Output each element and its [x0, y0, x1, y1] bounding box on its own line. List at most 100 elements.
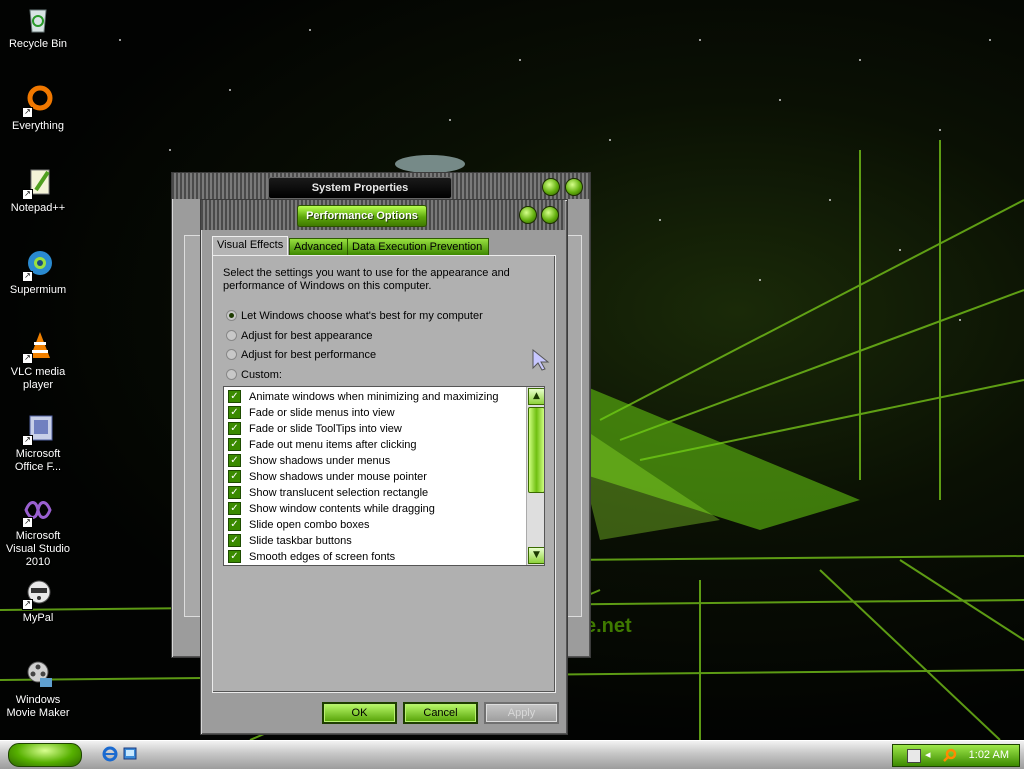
- recycle-bin-icon: [22, 2, 54, 34]
- help-button[interactable]: [542, 178, 560, 196]
- radio-label: Adjust for best appearance: [241, 330, 373, 342]
- list-item[interactable]: ✓ Fade out menu items after clicking: [228, 437, 417, 453]
- system-properties-title: System Properties: [268, 177, 452, 199]
- list-item[interactable]: ✓ Show translucent selection rectangle: [228, 485, 428, 501]
- radio-button[interactable]: [226, 309, 237, 321]
- desktop-icon-label: Notepad++: [10, 202, 66, 214]
- start-button[interactable]: [8, 743, 82, 767]
- close-button[interactable]: [565, 178, 583, 196]
- list-item-label: Slide taskbar buttons: [249, 535, 352, 547]
- list-scrollbar[interactable]: ▲ ▼: [526, 387, 544, 565]
- performance-options-title: Performance Options: [297, 205, 427, 227]
- checkbox[interactable]: ✓: [228, 421, 241, 435]
- checkbox[interactable]: ✓: [228, 501, 241, 515]
- checkbox[interactable]: ✓: [228, 485, 241, 499]
- system-tray: ◂ 1:02 AM: [892, 744, 1020, 767]
- list-item-label: Fade out menu items after clicking: [249, 439, 417, 451]
- desktop-icon-label: Windows Movie Maker: [6, 694, 70, 719]
- radio-label: Adjust for best performance: [241, 349, 377, 361]
- list-item[interactable]: ✓ Show shadows under mouse pointer: [228, 469, 427, 485]
- checkbox[interactable]: ✓: [228, 517, 241, 531]
- search-icon[interactable]: [943, 748, 957, 762]
- list-item[interactable]: ✓ Smooth edges of screen fonts: [228, 549, 395, 565]
- shortcut-arrow-icon: ↗: [22, 353, 33, 364]
- list-item-label: Fade or slide ToolTips into view: [249, 423, 402, 435]
- ok-button[interactable]: OK: [322, 702, 397, 724]
- everything-icon: ↗: [22, 84, 54, 118]
- desktop-icon-label: Microsoft Visual Studio 2010: [5, 530, 70, 568]
- desktop-icon-windows-movie-maker[interactable]: Windows Movie Maker: [0, 658, 76, 720]
- checkbox[interactable]: ✓: [228, 533, 241, 547]
- cancel-button[interactable]: Cancel: [403, 702, 478, 724]
- shortcut-arrow-icon: ↗: [22, 517, 33, 528]
- office-document-icon: ↗: [22, 412, 54, 446]
- list-item-label: Animate windows when minimizing and maxi…: [249, 391, 499, 403]
- list-item[interactable]: ✓ Fade or slide menus into view: [228, 405, 395, 421]
- radio-let-windows-choose[interactable]: Let Windows choose what's best for my co…: [226, 308, 483, 324]
- show-desktop-icon[interactable]: [122, 746, 138, 762]
- checkbox[interactable]: ✓: [228, 437, 241, 451]
- checkbox[interactable]: ✓: [228, 405, 241, 419]
- visual-effects-list[interactable]: ✓ Animate windows when minimizing and max…: [223, 386, 545, 566]
- tab-visual-effects[interactable]: Visual Effects: [212, 236, 289, 255]
- list-item-label: Show shadows under mouse pointer: [249, 471, 427, 483]
- tab-data-execution-prevention[interactable]: Data Execution Prevention: [347, 238, 489, 256]
- shortcut-arrow-icon: ↗: [22, 189, 33, 200]
- desktop-icon-everything[interactable]: ↗ Everything: [0, 84, 76, 133]
- notepad-plus-plus-icon: ↗: [22, 166, 54, 200]
- scroll-up-arrow-icon[interactable]: ▲: [528, 388, 544, 405]
- help-button[interactable]: [519, 206, 537, 224]
- volume-icon[interactable]: ◂: [925, 749, 937, 761]
- checkbox[interactable]: ✓: [228, 469, 241, 483]
- list-item[interactable]: ✓ Show window contents while dragging: [228, 501, 435, 517]
- desktop-icon-label: Supermium: [9, 284, 67, 296]
- scrollbar-thumb[interactable]: [528, 407, 544, 493]
- desktop-icon-mypal[interactable]: ↗ MyPal: [0, 576, 76, 625]
- radio-custom[interactable]: Custom:: [226, 367, 282, 383]
- mypal-raccoon-icon: ↗: [22, 576, 54, 610]
- tab-advanced[interactable]: Advanced: [289, 238, 348, 256]
- checkbox[interactable]: ✓: [228, 453, 241, 467]
- checkbox[interactable]: ✓: [228, 549, 241, 563]
- list-item[interactable]: ✓ Slide open combo boxes: [228, 517, 369, 533]
- desktop-icon-recycle-bin[interactable]: Recycle Bin: [0, 2, 76, 51]
- internet-explorer-icon[interactable]: [102, 746, 118, 762]
- network-icon[interactable]: [907, 749, 921, 763]
- visual-effects-description: Select the settings you want to use for …: [223, 267, 510, 292]
- desktop-icon-label: Recycle Bin: [8, 38, 68, 50]
- desktop-icon-visual-studio[interactable]: ↗ Microsoft Visual Studio 2010: [0, 494, 76, 569]
- desktop-icon-supermium[interactable]: ↗ Supermium: [0, 248, 76, 297]
- shortcut-arrow-icon: ↗: [22, 271, 33, 282]
- apply-button: Apply: [484, 702, 559, 724]
- movie-maker-film-icon: [22, 658, 54, 690]
- clock[interactable]: 1:02 AM: [969, 745, 1009, 766]
- radio-best-appearance[interactable]: Adjust for best appearance: [226, 328, 372, 344]
- list-item[interactable]: ✓ Slide taskbar buttons: [228, 533, 352, 549]
- list-item[interactable]: ✓ Animate windows when minimizing and max…: [228, 389, 498, 405]
- shortcut-arrow-icon: ↗: [22, 599, 33, 610]
- supermium-icon: ↗: [22, 248, 54, 282]
- desktop-icon-label: Everything: [12, 120, 64, 132]
- close-button[interactable]: [541, 206, 559, 224]
- list-item-label: Smooth edges of screen fonts: [249, 551, 396, 563]
- list-item[interactable]: ✓ Fade or slide ToolTips into view: [228, 421, 402, 437]
- list-item-label: Show translucent selection rectangle: [249, 487, 429, 499]
- shortcut-arrow-icon: ↗: [22, 435, 33, 446]
- list-item-label: Show window contents while dragging: [249, 503, 435, 515]
- radio-button[interactable]: [226, 368, 237, 380]
- list-item-label: Fade or slide menus into view: [249, 407, 395, 419]
- vlc-cone-icon: ↗: [22, 330, 54, 364]
- desktop-icon-notepad-plus-plus[interactable]: ↗ Notepad++: [0, 166, 76, 215]
- visual-studio-infinity-icon: ↗: [22, 494, 54, 528]
- list-item[interactable]: ✓ Show shadows under menus: [228, 453, 390, 469]
- scroll-down-arrow-icon[interactable]: ▼: [528, 547, 544, 564]
- desktop-icon-microsoft-office[interactable]: ↗ Microsoft Office F...: [0, 412, 76, 474]
- radio-best-performance[interactable]: Adjust for best performance: [226, 347, 376, 363]
- checkbox[interactable]: ✓: [228, 389, 241, 403]
- radio-button[interactable]: [226, 348, 237, 360]
- radio-button[interactable]: [226, 329, 237, 341]
- desktop-icon-vlc[interactable]: ↗ VLC media player: [0, 330, 76, 392]
- list-item-label: Slide open combo boxes: [249, 519, 370, 531]
- desktop-icon-label: VLC media player: [10, 366, 66, 391]
- list-item-label: Show shadows under menus: [249, 455, 391, 467]
